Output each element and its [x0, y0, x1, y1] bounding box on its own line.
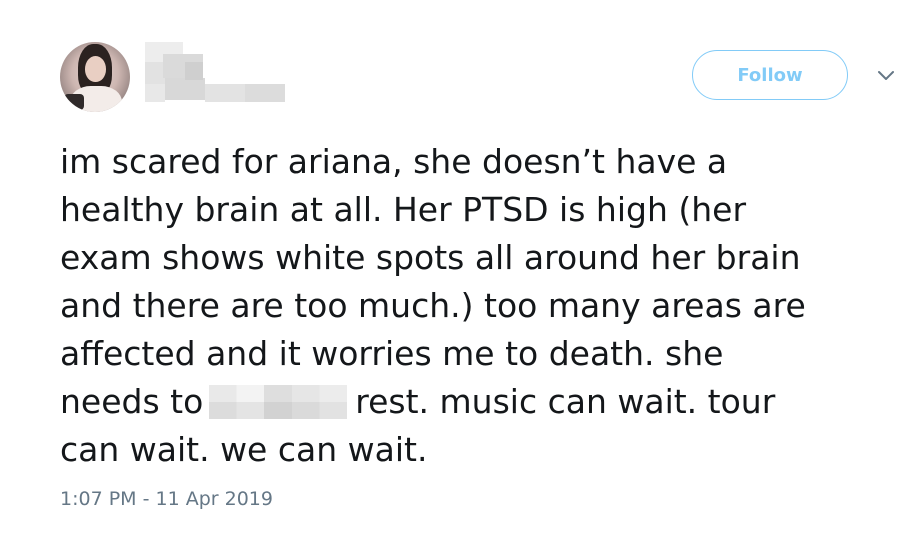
redacted-word: [209, 385, 348, 419]
tweet-text-line: and there are too much.) too many areas …: [60, 286, 806, 325]
tweet-timestamp[interactable]: 1:07 PM - 11 Apr 2019: [60, 488, 273, 510]
tweet-text-line: affected and it worries me to death. she: [60, 334, 724, 373]
redacted-username[interactable]: [145, 42, 285, 104]
follow-button-label: Follow: [737, 64, 803, 86]
avatar-arm: [64, 94, 84, 110]
avatar-face: [85, 56, 106, 82]
tweet-text-line: im scared for ariana, she doesn’t have a: [60, 142, 728, 181]
chevron-down-icon[interactable]: [876, 68, 896, 84]
avatar[interactable]: [60, 42, 130, 112]
tweet-text-line: healthy brain at all. Her PTSD is high (…: [60, 190, 747, 229]
tweet-text-line: needs to rest. music can wait. tour: [60, 378, 910, 426]
tweet-text-line: exam shows white spots all around her br…: [60, 238, 801, 277]
tweet-text-fragment: rest. music can wait. tour: [355, 382, 776, 421]
tweet-card: Follow im scared for ariana, she doesn’t…: [0, 0, 920, 535]
tweet-text: im scared for ariana, she doesn’t have a…: [60, 138, 910, 474]
tweet-text-fragment: needs to: [60, 382, 204, 421]
follow-button[interactable]: Follow: [692, 50, 848, 100]
tweet-text-line: can wait. we can wait.: [60, 430, 428, 469]
